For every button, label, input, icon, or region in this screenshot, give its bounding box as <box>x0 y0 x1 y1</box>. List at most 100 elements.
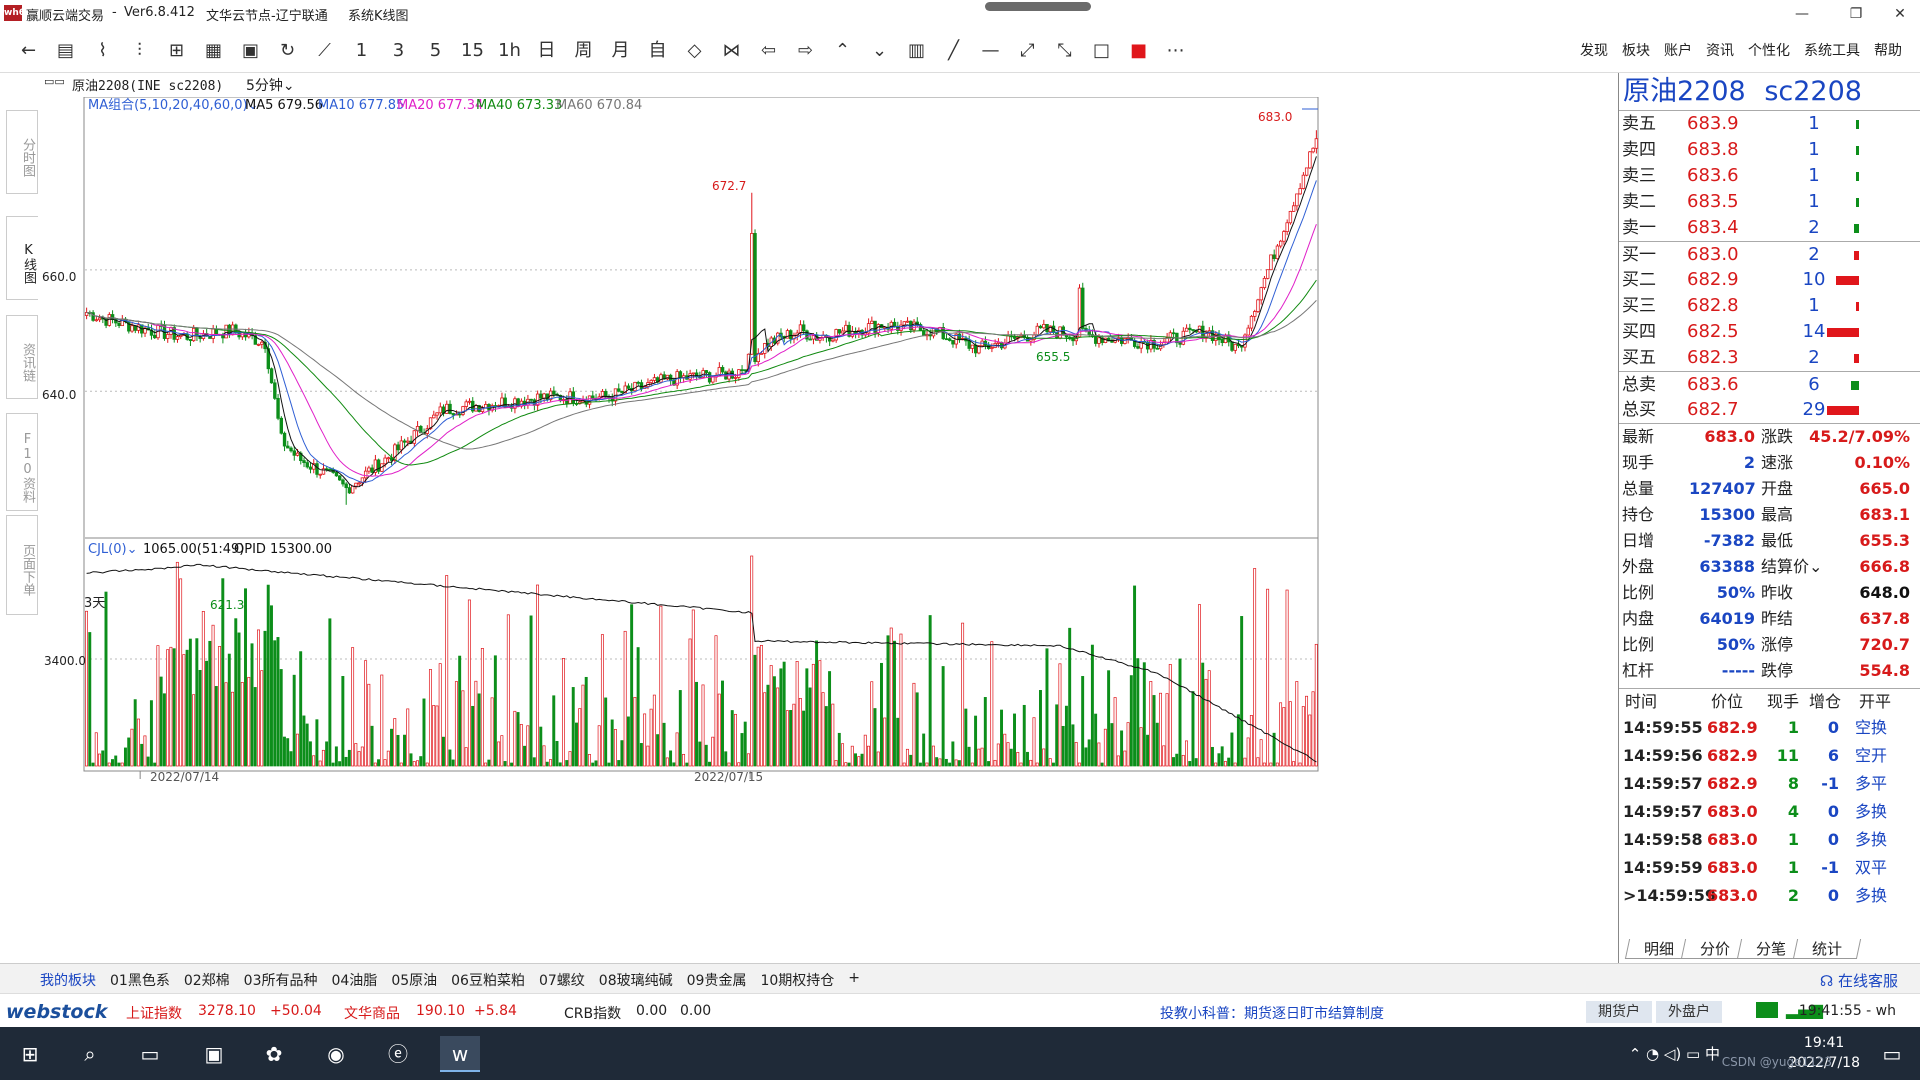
online-service-link[interactable]: ☊ 在线客服 <box>1820 970 1898 991</box>
period-select[interactable]: 5分钟⌄ <box>246 75 295 95</box>
toolbar-icon-10[interactable]: 3 <box>380 37 417 64</box>
toolbar-icon-15[interactable]: 周 <box>565 37 602 64</box>
menu-item-3[interactable]: 资讯 <box>1706 40 1734 60</box>
block-tab-1[interactable]: 01黑色系 <box>110 970 170 990</box>
tick-row[interactable]: >14:59:59 683.0 2 0 多换 <box>1619 882 1920 910</box>
tab-news-chain[interactable]: 资讯链 <box>6 315 38 399</box>
menu-item-0[interactable]: 发现 <box>1580 40 1608 60</box>
toolbar-icon-11[interactable]: 5 <box>417 37 454 64</box>
futures-account-button[interactable]: 期货户 <box>1586 1001 1652 1023</box>
toolbar-icon-30[interactable]: ■ <box>1120 37 1157 64</box>
menu-item-6[interactable]: 帮助 <box>1874 40 1902 60</box>
orderbook-row[interactable]: 卖四 683.8 1 <box>1619 137 1920 163</box>
tick-row[interactable]: 14:59:56 682.9 11 6 空开 <box>1619 742 1920 770</box>
toolbar-icon-24[interactable]: ▥ <box>898 37 935 64</box>
toolbar-icon-12[interactable]: 15 <box>454 37 491 64</box>
toolbar-icon-29[interactable]: □ <box>1083 37 1120 64</box>
tab-kline[interactable]: K线图 <box>6 216 38 300</box>
search-icon[interactable]: ⌕ <box>70 1036 110 1072</box>
toolbar-icon-8[interactable]: ⟋ <box>306 37 343 64</box>
ime-indicator[interactable]: 中 <box>1705 1045 1720 1063</box>
toolbar-icon-31[interactable]: ⋯ <box>1157 37 1194 64</box>
foreign-account-button[interactable]: 外盘户 <box>1656 1001 1722 1023</box>
orderbook-row[interactable]: 买三 682.8 1 <box>1619 293 1920 319</box>
tick-row[interactable]: 14:59:57 682.9 8 -1 多平 <box>1619 770 1920 798</box>
tick-row[interactable]: 14:59:55 682.9 1 0 空换 <box>1619 714 1920 742</box>
orderbook-row[interactable]: 买一 683.0 2 <box>1619 241 1920 267</box>
toolbar-icon-4[interactable]: ⊞ <box>158 37 195 64</box>
menu-item-1[interactable]: 板块 <box>1622 40 1650 60</box>
toolbar-icon-22[interactable]: ⌃ <box>824 37 861 64</box>
block-tab-8[interactable]: 08玻璃纯碱 <box>599 970 673 990</box>
toolbar-icon-2[interactable]: ⌇ <box>84 37 121 64</box>
chrome-icon[interactable]: ◉ <box>316 1036 356 1072</box>
orderbook-row[interactable]: 买五 682.3 2 <box>1619 345 1920 371</box>
orderbook-row[interactable]: 卖五 683.9 1 <box>1619 111 1920 137</box>
block-tab-7[interactable]: 07螺纹 <box>539 970 585 990</box>
toolbar-icon-16[interactable]: 月 <box>602 37 639 64</box>
app-icon-2[interactable]: ✿ <box>254 1036 294 1072</box>
toolbar-icon-0[interactable]: ← <box>10 37 47 64</box>
toolbar-icon-18[interactable]: ◇ <box>676 37 713 64</box>
orderbook-row[interactable]: 卖二 683.5 1 <box>1619 189 1920 215</box>
wh-index-name[interactable]: 文华商品 <box>344 1003 400 1023</box>
block-tab-6[interactable]: 06豆粕菜粕 <box>451 970 525 990</box>
orderbook-row[interactable]: 买四 682.5 14 <box>1619 319 1920 345</box>
wenhua-app-icon[interactable]: w <box>440 1036 480 1072</box>
block-tab-9[interactable]: 09贵金属 <box>687 970 747 990</box>
toolbar-icon-5[interactable]: ▦ <box>195 37 232 64</box>
toolbar-icon-6[interactable]: ▣ <box>232 37 269 64</box>
task-view-icon[interactable]: ▭ <box>130 1036 170 1072</box>
block-tab-11[interactable]: + <box>848 970 860 990</box>
kline-chart[interactable]: MA组合(5,10,20,40,60,0)⌄ MA5 679.56 MA10 6… <box>40 97 1618 963</box>
toolbar-icon-26[interactable]: — <box>972 37 1009 64</box>
toolbar-icon-3[interactable]: ⫶ <box>121 37 158 64</box>
menu-item-2[interactable]: 账户 <box>1664 40 1692 60</box>
toolbar-icon-25[interactable]: ╱ <box>935 37 972 64</box>
tick-row[interactable]: 14:59:58 683.0 1 0 多换 <box>1619 826 1920 854</box>
minimize-button[interactable]: — <box>1782 3 1822 25</box>
tab-order[interactable]: 页面下单 <box>6 515 38 615</box>
block-tab-2[interactable]: 02郑棉 <box>184 970 230 990</box>
browser-icon[interactable]: ⓔ <box>378 1036 418 1072</box>
orderbook-row[interactable]: 总卖 683.6 6 <box>1619 371 1920 397</box>
tab-timeshare[interactable]: 分时图 <box>6 110 38 194</box>
education-tip[interactable]: 投教小科普：期货逐日盯市结算制度 <box>1160 1003 1384 1023</box>
sh-index-name[interactable]: 上证指数 <box>126 1003 182 1023</box>
toolbar-icon-21[interactable]: ⇨ <box>787 37 824 64</box>
block-tab-3[interactable]: 03所有品种 <box>244 970 318 990</box>
tick-row[interactable]: 14:59:59 683.0 1 -1 双平 <box>1619 854 1920 882</box>
orderbook-row[interactable]: 卖一 683.4 2 <box>1619 215 1920 241</box>
notification-icon[interactable]: ▭ <box>1872 1036 1912 1072</box>
block-tab-4[interactable]: 04油脂 <box>331 970 377 990</box>
menu-item-4[interactable]: 个性化 <box>1748 40 1790 60</box>
toolbar-icon-7[interactable]: ↻ <box>269 37 306 64</box>
orderbook-row[interactable]: 买二 682.9 10 <box>1619 267 1920 293</box>
tab-f10[interactable]: F10资料 <box>6 413 38 511</box>
toolbar-icon-23[interactable]: ⌄ <box>861 37 898 64</box>
menu-item-5[interactable]: 系统工具 <box>1804 40 1860 60</box>
close-button[interactable]: ✕ <box>1880 3 1920 25</box>
toolbar-icon-1[interactable]: ▤ <box>47 37 84 64</box>
toolbar-icon-19[interactable]: ⋈ <box>713 37 750 64</box>
windows-start-icon[interactable]: ⊞ <box>10 1036 50 1072</box>
volume-indicator-select[interactable]: CJL(0)⌄ <box>88 542 137 557</box>
block-tab-0[interactable]: 我的板块 <box>40 970 96 990</box>
ma-combo-label[interactable]: MA组合(5,10,20,40,60,0)⌄ <box>88 98 259 113</box>
toolbar-icon-28[interactable]: ⤡ <box>1046 37 1083 64</box>
toolbar-icon-14[interactable]: 日 <box>528 37 565 64</box>
drag-handle[interactable] <box>985 2 1091 11</box>
orderbook-row[interactable]: 卖三 683.6 1 <box>1619 163 1920 189</box>
app-icon-1[interactable]: ▣ <box>194 1036 234 1072</box>
toolbar-icon-13[interactable]: 1h <box>491 37 528 64</box>
toolbar-icon-27[interactable]: ⤢ <box>1009 37 1046 64</box>
toolbar-icon-17[interactable]: 自 <box>639 37 676 64</box>
orderbook-row[interactable]: 总买 682.7 29 <box>1619 397 1920 423</box>
crb-index-name[interactable]: CRB指数 <box>564 1003 621 1023</box>
toolbar-icon-9[interactable]: 1 <box>343 37 380 64</box>
maximize-button[interactable]: ❐ <box>1836 3 1876 25</box>
tick-row[interactable]: 14:59:57 683.0 4 0 多换 <box>1619 798 1920 826</box>
tab-statistics[interactable]: 统计 <box>1792 939 1862 959</box>
block-tab-10[interactable]: 10期权持仓 <box>760 970 834 990</box>
toolbar-icon-20[interactable]: ⇦ <box>750 37 787 64</box>
